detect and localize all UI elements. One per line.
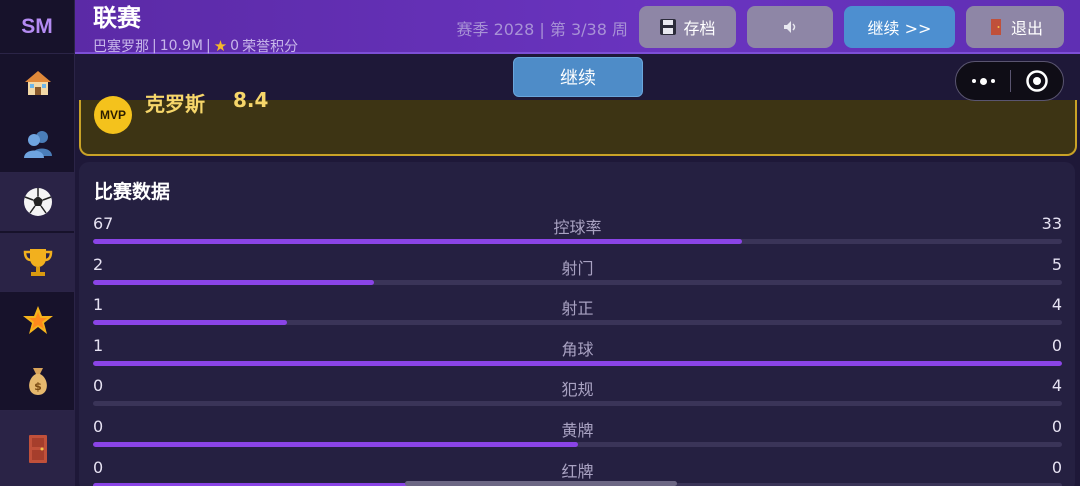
stat-away-value: 5 (1051, 254, 1062, 274)
stat-bar-fill (93, 360, 1062, 366)
sidebar-item-match[interactable] (0, 173, 75, 231)
sidebar: SM $ (0, 0, 75, 486)
stat-bar-fill (93, 320, 287, 326)
stat-label: 控球率 (553, 218, 602, 237)
star-icon (22, 306, 53, 334)
floppy-disk-icon (660, 19, 677, 35)
money-bag-icon: $ (28, 368, 47, 395)
exit-label: 退出 (1010, 19, 1043, 38)
stat-label: 射门 (561, 258, 594, 278)
stat-row: 1 角球 0 (93, 336, 1062, 376)
sidebar-item-players[interactable] (0, 114, 75, 172)
sidebar-item-home[interactable] (0, 54, 75, 112)
stat-label: 射正 (561, 299, 594, 319)
stat-label: 犯规 (561, 380, 594, 400)
stat-label: 黄牌 (561, 421, 594, 440)
stat-bar-track (93, 320, 1062, 326)
honor-label: 荣誉积分 (242, 39, 299, 55)
stat-bar-fill (93, 239, 743, 244)
target-circle-icon (1026, 70, 1048, 92)
stat-row: 0 犯规 4 (93, 376, 1062, 416)
stat-row: 67 控球率 33 (93, 214, 1062, 254)
stat-bar-fill (93, 279, 374, 285)
stat-bar-track (93, 239, 1062, 244)
mvp-rating: 8.4 (233, 88, 269, 112)
sidebar-item-exit[interactable] (0, 411, 75, 486)
sound-toggle-button[interactable] (747, 6, 833, 48)
continue-label: 继续 >> (867, 19, 932, 38)
door-icon (990, 19, 1001, 35)
stat-label: 角球 (561, 339, 594, 359)
stat-bar-track (93, 360, 1062, 366)
exit-door-icon (28, 434, 47, 463)
more-dots-icon (971, 79, 976, 83)
horizontal-scrollbar[interactable] (405, 481, 677, 486)
stat-bar-track (93, 279, 1062, 285)
mvp-player-name: 克罗斯 (145, 92, 205, 116)
miniprogram-capsule (955, 61, 1064, 101)
top-header: 联赛 巴塞罗那 | 10.9M | ★ 0 荣誉积分 赛季 2028 | 第 3… (75, 0, 1080, 55)
app-logo: SM (0, 0, 74, 54)
club-value: 10.9M (159, 38, 203, 54)
players-icon (23, 131, 52, 158)
mvp-card: MVP 克罗斯 8.4 (79, 88, 1077, 156)
floating-continue-button[interactable]: 继续 (513, 57, 643, 97)
club-name: 巴塞罗那 (93, 39, 149, 55)
more-menu-button[interactable] (956, 77, 1010, 85)
stat-away-value: 0 (1051, 457, 1062, 477)
app-root: SM $ 联赛 巴塞罗那 | 10.9M | ★ 0 荣誉积分 赛季 2028 … (0, 0, 1080, 486)
stat-row: 2 射门 5 (93, 255, 1062, 295)
stat-bar-fill (93, 442, 578, 447)
home-icon (24, 71, 51, 95)
honor-points: 0 (230, 38, 240, 54)
stat-label: 红牌 (561, 461, 594, 481)
save-label: 存档 (683, 19, 716, 38)
sidebar-item-stars[interactable] (0, 292, 75, 350)
stat-away-value: 33 (1041, 214, 1062, 233)
mvp-badge: MVP (94, 96, 132, 134)
exit-button[interactable]: 退出 (966, 6, 1064, 48)
speaker-icon (784, 21, 796, 33)
season-info: 赛季 2028 | 第 3/38 周 (456, 20, 628, 39)
stat-away-value: 0 (1051, 417, 1062, 436)
stat-bar-track (93, 401, 1062, 407)
page-title: 联赛 (93, 4, 141, 32)
continue-button[interactable]: 继续 >> (844, 6, 955, 48)
stat-away-value: 4 (1051, 295, 1062, 315)
football-icon (23, 188, 52, 216)
svg-text:$: $ (34, 380, 42, 393)
trophy-icon (23, 249, 52, 276)
sidebar-item-trophy[interactable] (0, 233, 75, 291)
sidebar-item-finance[interactable]: $ (0, 352, 75, 410)
club-summary: 巴塞罗那 | 10.9M | ★ 0 荣誉积分 (93, 37, 299, 55)
close-miniprogram-button[interactable] (1011, 69, 1063, 93)
save-button[interactable]: 存档 (639, 6, 736, 48)
stat-row: 1 射正 4 (93, 295, 1062, 335)
stat-bar-track (93, 442, 1062, 447)
honor-star-icon: ★ (213, 37, 228, 55)
stat-row: 0 黄牌 0 (93, 417, 1062, 457)
match-stats-title: 比赛数据 (94, 181, 171, 203)
stat-away-value: 4 (1051, 376, 1062, 396)
stat-away-value: 0 (1051, 335, 1062, 355)
match-stats-panel: 比赛数据 67 控球率 33 2 射门 5 1 射正 4 1 角球 0 0 犯规 4 0 黄牌 0 0 红牌 0 (79, 162, 1075, 486)
